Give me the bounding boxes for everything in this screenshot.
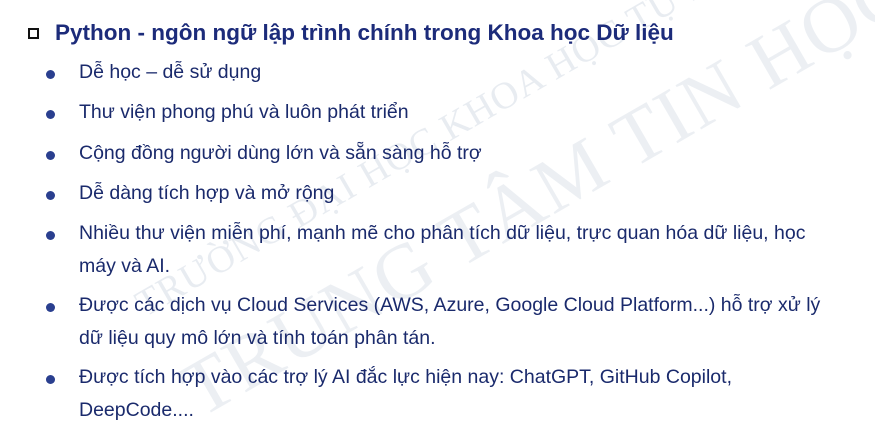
list-item-text: Dễ học – dễ sử dụng — [79, 61, 262, 83]
list-item-text: Được tích hợp vào các trợ lý AI đắc lực … — [79, 366, 732, 421]
list-item-text: Cộng đồng người dùng lớn và sẵn sàng hỗ … — [79, 142, 482, 164]
list-item: Được tích hợp vào các trợ lý AI đắc lực … — [46, 366, 846, 427]
slide-content: Python - ngôn ngữ lập trình chính trong … — [0, 0, 875, 433]
bullet-dot-icon — [46, 375, 55, 384]
list-item: Dễ học – dễ sử dụng — [46, 61, 846, 89]
bullet-dot-icon — [46, 110, 55, 119]
list-item-text: Dễ dàng tích hợp và mở rộng — [79, 182, 335, 204]
list-item-text: Được các dịch vụ Cloud Services (AWS, Az… — [79, 294, 821, 349]
list-item-text: Nhiều thư viện miễn phí, mạnh mẽ cho phâ… — [79, 222, 806, 277]
heading-text: Python - ngôn ngữ lập trình chính trong … — [55, 20, 674, 45]
list-item-text: Thư viện phong phú và luôn phát triển — [79, 101, 409, 123]
list-item: Dễ dàng tích hợp và mở rộng — [46, 182, 846, 210]
list-item: Cộng đồng người dùng lớn và sẵn sàng hỗ … — [46, 142, 846, 170]
list-item: Nhiều thư viện miễn phí, mạnh mẽ cho phâ… — [46, 222, 846, 283]
square-bullet-icon — [28, 27, 39, 39]
bullet-dot-icon — [46, 70, 55, 79]
bullet-dot-icon — [46, 151, 55, 160]
bullet-dot-icon — [46, 191, 55, 200]
slide-heading: Python - ngôn ngữ lập trình chính trong … — [28, 20, 674, 46]
list-item: Thư viện phong phú và luôn phát triển — [46, 101, 846, 129]
list-item: Được các dịch vụ Cloud Services (AWS, Az… — [46, 294, 846, 355]
bullet-dot-icon — [46, 303, 55, 312]
bullet-dot-icon — [46, 231, 55, 240]
